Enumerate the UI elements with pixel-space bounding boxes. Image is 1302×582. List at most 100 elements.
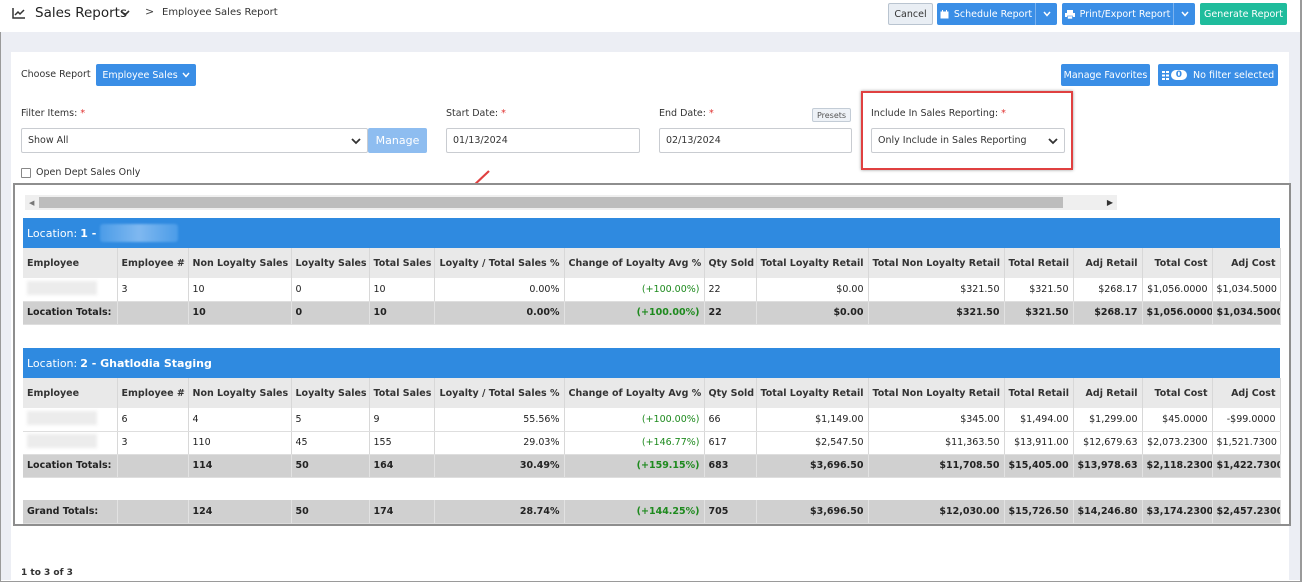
generate-report-button[interactable]: Generate Report — [1200, 3, 1287, 25]
col-header[interactable]: Adj Retail — [1073, 248, 1143, 278]
breadcrumb-separator: > — [145, 5, 155, 18]
print-export-button[interactable]: Print/Export Report — [1062, 3, 1195, 25]
end-date-input[interactable]: 02/13/2024 — [659, 128, 852, 153]
col-header[interactable]: Employee # — [117, 378, 189, 408]
manage-favorites-button[interactable]: Manage Favorites — [1061, 64, 1150, 86]
location-header: Location: 2 - Ghatlodia Staging — [23, 348, 1280, 378]
scroll-right-icon[interactable]: ▶ — [1107, 198, 1113, 207]
start-date-input[interactable]: 01/13/2024 — [446, 128, 640, 153]
cell: 50 — [291, 454, 370, 478]
cell: 0.00% — [434, 301, 565, 325]
cell: $15,726.50 — [1004, 500, 1074, 524]
cell-employee — [23, 431, 118, 455]
report-select-button[interactable]: Employee Sales — [96, 64, 196, 86]
cell: $268.17 — [1073, 278, 1143, 302]
col-header[interactable]: Adj Retail — [1073, 378, 1143, 408]
print-export-dropdown-caret[interactable] — [1173, 3, 1195, 25]
col-header[interactable]: Loyalty Sales — [291, 248, 370, 278]
cell: $1,299.00 — [1073, 408, 1143, 432]
cell: (+100.00%) — [564, 301, 705, 325]
col-header[interactable]: Total Retail — [1004, 248, 1074, 278]
cell: (+159.15%) — [564, 454, 705, 478]
scrollbar-thumb[interactable] — [39, 197, 1063, 208]
chart-line-icon — [12, 8, 25, 19]
col-header[interactable]: Total Loyalty Retail — [756, 378, 869, 408]
calendar-icon — [940, 9, 949, 18]
chevron-down-icon — [1180, 11, 1189, 17]
col-header[interactable]: Non Loyalty Sales — [188, 378, 292, 408]
col-header[interactable]: Loyalty / Total Sales % — [434, 378, 565, 408]
cell: 4 — [188, 408, 292, 432]
cell: $2,118.2300 — [1142, 454, 1213, 478]
filter-items-select[interactable]: Show All — [21, 128, 368, 153]
cell: $2,073.2300 — [1142, 431, 1213, 455]
cell: Grand Totals: — [23, 500, 118, 524]
report-select-label: Employee Sales — [102, 69, 178, 81]
col-header[interactable]: Qty Sold — [704, 378, 757, 408]
manage-button[interactable]: Manage — [368, 128, 427, 153]
col-header[interactable]: Total Cost — [1142, 248, 1213, 278]
horizontal-scrollbar[interactable]: ◀ ▶ — [25, 195, 1117, 210]
cell: 6 — [117, 408, 189, 432]
chevron-down-icon — [351, 138, 361, 145]
filter-status-button[interactable]: 0 No filter selected — [1158, 64, 1278, 86]
print-export-label: Print/Export Report — [1079, 8, 1171, 20]
cell: $45.0000 — [1142, 408, 1213, 432]
app-title[interactable]: Sales Reports — [35, 5, 127, 21]
cell: 29.03% — [434, 431, 565, 455]
start-date-label: Start Date: * — [446, 108, 506, 119]
cell: $321.50 — [1004, 301, 1074, 325]
cell: $13,911.00 — [1004, 431, 1074, 455]
schedule-report-label: Schedule Report — [953, 8, 1033, 20]
cell: (+100.00%) — [564, 278, 705, 302]
col-header[interactable]: Total Sales — [369, 378, 435, 408]
cell-employee — [23, 408, 118, 432]
col-header[interactable]: Total Cost — [1142, 378, 1213, 408]
cell: Location Totals: — [23, 454, 118, 478]
col-header[interactable]: Employee — [23, 378, 118, 408]
redacted-employee-name — [27, 410, 97, 425]
cell: 705 — [704, 500, 757, 524]
required-mark: * — [501, 108, 506, 119]
required-mark: * — [80, 108, 86, 119]
col-header[interactable]: Total Retail — [1004, 378, 1074, 408]
cell: 10 — [188, 278, 292, 302]
cell: $321.50 — [1004, 278, 1074, 302]
cancel-button[interactable]: Cancel — [888, 3, 933, 25]
col-header[interactable]: Adj Cost — [1212, 248, 1281, 278]
col-header[interactable]: Loyalty Sales — [291, 378, 370, 408]
open-dept-checkbox-row[interactable]: Open Dept Sales Only — [21, 167, 140, 178]
location-table: Employee Employee # Non Loyalty Sales Lo… — [23, 248, 1281, 325]
col-header[interactable]: Change of Loyalty Avg % — [564, 378, 705, 408]
cell — [117, 454, 189, 478]
chevron-down-icon[interactable] — [120, 9, 130, 17]
col-header[interactable]: Total Sales — [369, 248, 435, 278]
end-date-label-text: End Date: — [659, 108, 706, 119]
cell: 30.49% — [434, 454, 565, 478]
cell: 10 — [369, 278, 435, 302]
col-header[interactable]: Total Non Loyalty Retail — [868, 378, 1005, 408]
schedule-dropdown-caret[interactable] — [1035, 3, 1057, 25]
col-header[interactable]: Change of Loyalty Avg % — [564, 248, 705, 278]
cell: 174 — [369, 500, 435, 524]
open-dept-checkbox[interactable] — [21, 167, 31, 178]
redacted-location-name — [100, 224, 179, 242]
cell: 66 — [704, 408, 757, 432]
col-header[interactable]: Total Loyalty Retail — [756, 248, 869, 278]
location-table: Employee Employee # Non Loyalty Sales Lo… — [23, 378, 1281, 478]
cell: $3,174.2300 — [1142, 500, 1213, 524]
col-header[interactable]: Total Non Loyalty Retail — [868, 248, 1005, 278]
scroll-left-icon[interactable]: ◀ — [29, 199, 34, 207]
cell: 28.74% — [434, 500, 565, 524]
col-header[interactable]: Non Loyalty Sales — [188, 248, 292, 278]
col-header[interactable]: Loyalty / Total Sales % — [434, 248, 565, 278]
col-header[interactable]: Qty Sold — [704, 248, 757, 278]
schedule-report-button[interactable]: Schedule Report — [937, 3, 1057, 25]
cell: $1,056.0000 — [1142, 278, 1213, 302]
cell: 124 — [188, 500, 292, 524]
col-header[interactable]: Employee # — [117, 248, 189, 278]
col-header[interactable]: Adj Cost — [1212, 378, 1281, 408]
presets-button[interactable]: Presets — [812, 108, 851, 122]
col-header[interactable]: Employee — [23, 248, 118, 278]
cell: 0 — [291, 301, 370, 325]
